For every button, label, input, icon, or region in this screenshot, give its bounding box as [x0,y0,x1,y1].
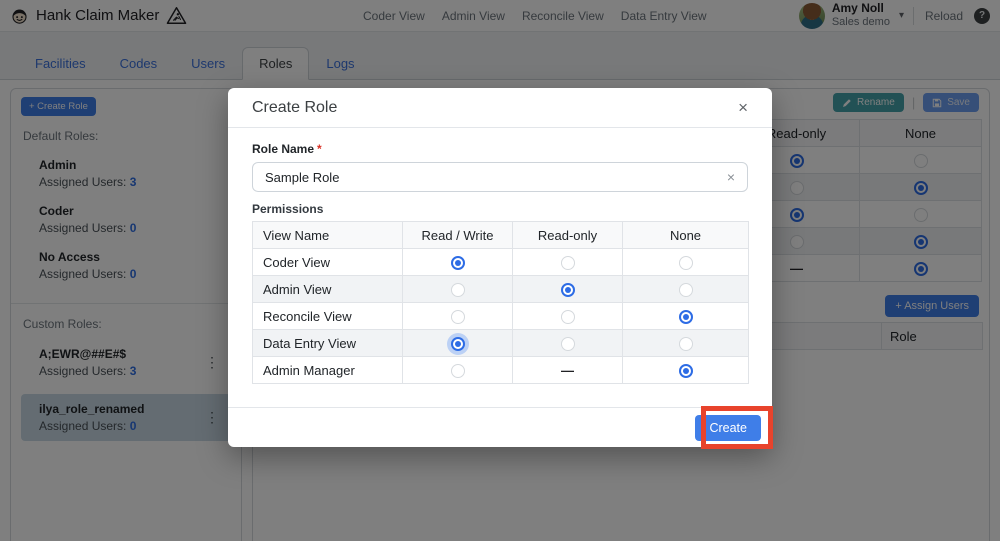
close-icon[interactable]: × [738,99,748,116]
modal-header: Create Role × [228,88,772,128]
create-role-modal: Create Role × Role Name* × Permissions V… [228,88,772,447]
app-window: Hank Claim Maker Coder View Admin View R… [0,0,1000,541]
table-row: Admin Manager [252,356,749,384]
column-header-read-write: Read / Write [402,221,513,249]
view-name-cell: Coder View [252,248,403,276]
read-only-radio[interactable] [560,255,575,270]
modal-title: Create Role [252,98,338,116]
read-write-radio[interactable] [450,309,465,324]
create-button[interactable]: Create [695,414,761,441]
table-row: Coder View [252,248,749,276]
required-marker: * [317,142,322,156]
column-header-none: None [622,221,749,249]
none-radio[interactable] [678,336,693,351]
read-only-radio[interactable] [560,336,575,351]
read-only-radio[interactable] [560,282,575,297]
none-radio[interactable] [678,255,693,270]
role-name-field-wrapper: × [252,162,748,192]
view-name-cell: Reconcile View [252,302,403,330]
modal-body: Role Name* × Permissions View Name Read … [228,128,772,384]
view-name-cell: Admin Manager [252,356,403,384]
modal-footer: Create [228,407,772,447]
none-radio[interactable] [678,282,693,297]
table-row: Data Entry View [252,329,749,357]
read-write-radio[interactable] [450,282,465,297]
view-name-cell: Admin View [252,275,403,303]
modal-permissions-table: View Name Read / Write Read-only None Co… [252,221,749,384]
read-write-radio[interactable] [450,336,465,351]
role-name-label: Role Name * [252,142,322,156]
read-write-radio[interactable] [450,255,465,270]
table-row: Reconcile View [252,302,749,330]
view-name-cell: Data Entry View [252,329,403,357]
none-radio[interactable] [678,309,693,324]
permissions-label: Permissions [252,202,324,216]
table-row: Admin View [252,275,749,303]
none-radio[interactable] [678,363,693,378]
role-name-input[interactable] [265,169,725,185]
read-write-radio[interactable] [450,363,465,378]
read-only-radio[interactable] [561,363,574,378]
clear-input-icon[interactable]: × [725,169,737,185]
column-header-view-name: View Name [252,221,403,249]
read-only-radio[interactable] [560,309,575,324]
column-header-read-only: Read-only [512,221,623,249]
